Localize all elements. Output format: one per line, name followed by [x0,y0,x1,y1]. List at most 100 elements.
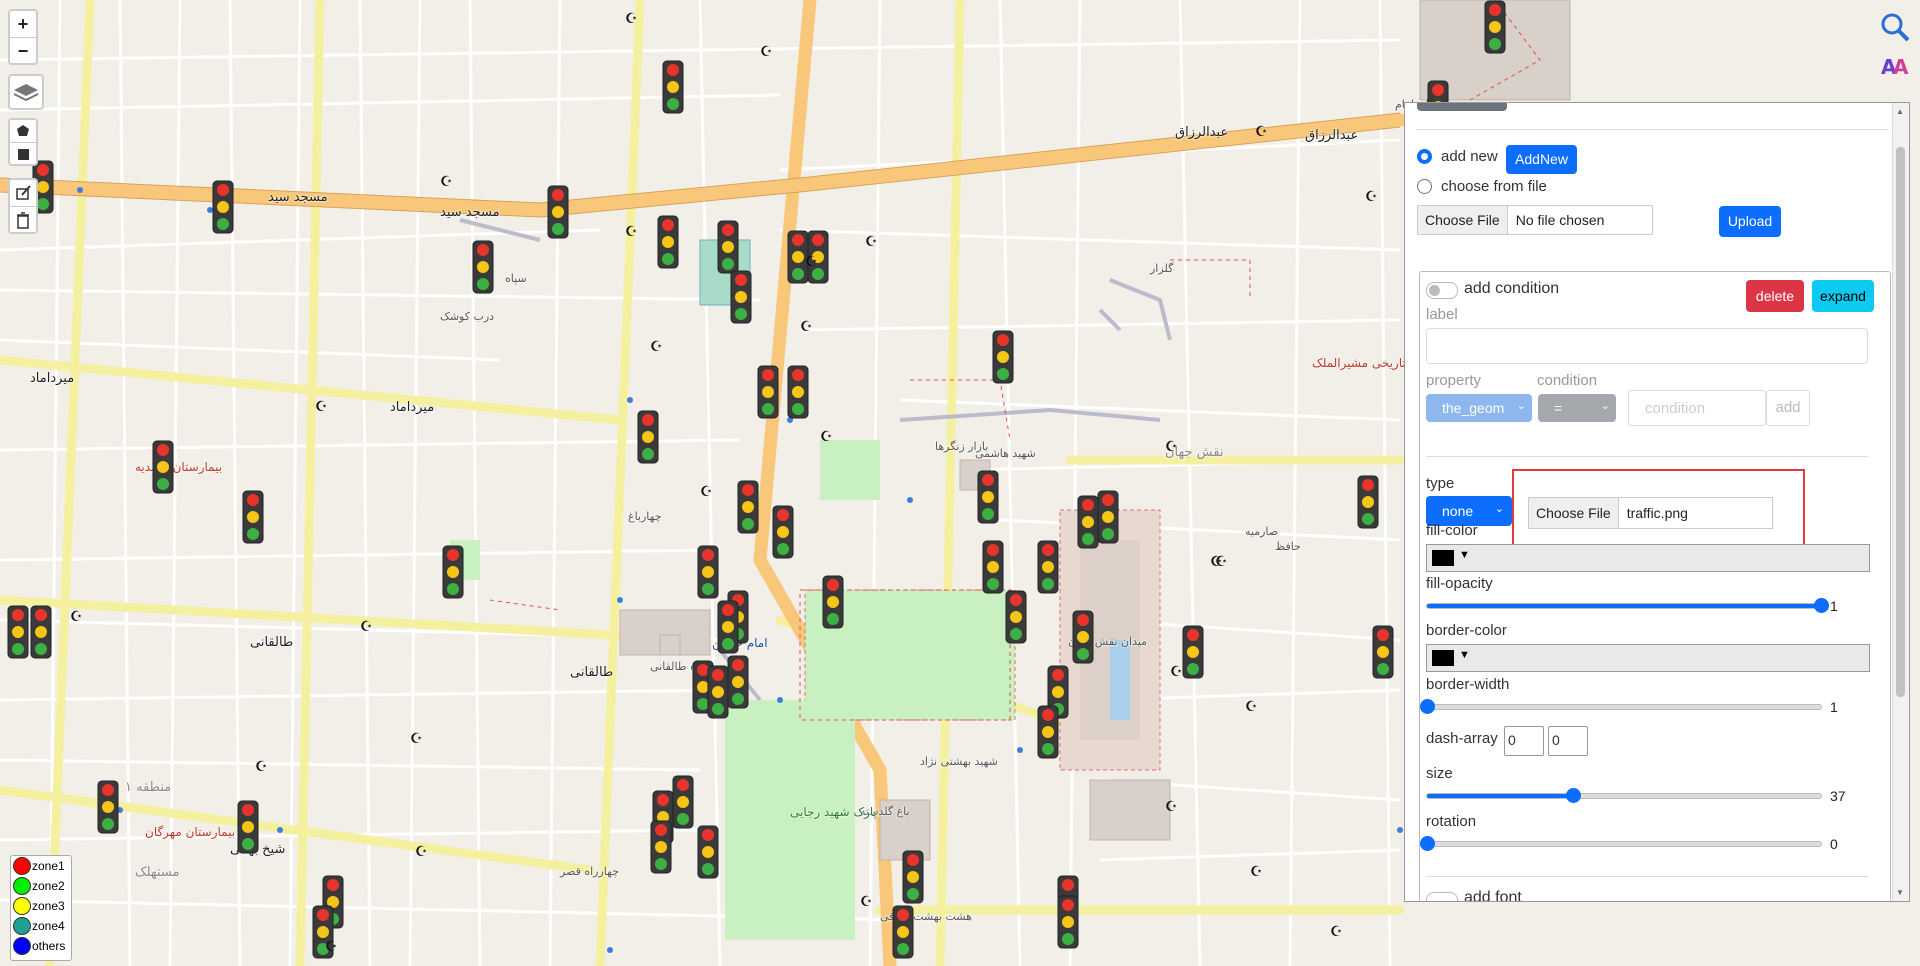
slider-knob[interactable] [1565,788,1581,803]
slider-knob[interactable] [1420,699,1435,714]
traffic-light-icon[interactable] [1370,625,1396,679]
mosque-icon: ☪ [70,609,83,625]
size-slider[interactable] [1426,788,1822,803]
search-button[interactable] [1880,12,1910,42]
traffic-light-icon[interactable] [1055,895,1081,949]
traffic-light-icon[interactable] [725,655,751,709]
traffic-light-icon[interactable] [1035,540,1061,594]
traffic-light-icon[interactable] [980,540,1006,594]
traffic-light-icon[interactable] [735,480,761,534]
edit-layers-button[interactable] [10,180,36,207]
traffic-light-icon[interactable] [975,470,1001,524]
traffic-light-icon[interactable] [900,850,926,904]
traffic-light-icon[interactable] [440,545,466,599]
delete-layers-button[interactable] [10,207,36,233]
traffic-light-icon[interactable] [695,545,721,599]
rotation-value: 0 [1830,836,1838,852]
size-value: 37 [1830,788,1846,804]
traffic-light-icon[interactable] [715,220,741,274]
map-label: طالقانی [250,635,294,650]
layers-control[interactable] [8,74,44,110]
traffic-light-icon[interactable] [715,600,741,654]
fill-color-picker[interactable]: ▼ [1426,544,1870,572]
polygon-icon [17,125,29,136]
traffic-light-icon[interactable] [235,800,261,854]
traffic-light-icon[interactable] [695,825,721,879]
add-new-button[interactable]: AddNew [1506,145,1577,174]
traffic-light-icon[interactable] [28,605,54,659]
traffic-light-icon[interactable] [785,365,811,419]
dash-array-input-1[interactable]: 0 [1504,726,1544,756]
traffic-light-icon[interactable] [635,410,661,464]
traffic-light-icon[interactable] [5,605,31,659]
traffic-light-icon[interactable] [545,185,571,239]
traffic-light-icon[interactable] [1482,0,1508,54]
scrollbar-thumb[interactable] [1896,147,1905,697]
traffic-light-icon[interactable] [755,365,781,419]
legend-swatch [13,897,31,915]
traffic-light-icon[interactable] [655,215,681,269]
traffic-light-icon[interactable] [728,270,754,324]
draw-polygon-button[interactable] [10,120,36,143]
property-select[interactable]: the_geom ⌄ [1426,394,1532,422]
slider-knob[interactable] [1420,836,1435,851]
delete-button[interactable]: delete [1746,280,1804,312]
add-font-toggle[interactable] [1426,892,1458,901]
fill-opacity-slider[interactable] [1426,598,1829,613]
zoom-in-button[interactable]: + [10,11,36,38]
panel-top-button[interactable] [1417,103,1507,111]
dash-array-label: dash-array [1426,730,1498,747]
border-color-picker[interactable]: ▼ [1426,644,1870,672]
dash-array-input-2[interactable]: 0 [1548,726,1588,756]
panel-scrollbar[interactable]: ▲ ▼ [1892,103,1909,901]
rotation-slider[interactable] [1420,836,1822,851]
legend-label: others [32,939,66,953]
mosque-icon: ☪ [700,484,713,500]
traffic-light-icon[interactable] [660,60,686,114]
scroll-down-icon[interactable]: ▼ [1896,888,1904,897]
traffic-light-icon[interactable] [1070,610,1096,664]
map-label: چهارراه قصر [560,865,620,878]
slider-fill [1427,604,1821,608]
legend-item-zone1: zone1 [11,856,71,876]
choose-file-radio[interactable] [1417,179,1432,194]
zoom-out-button[interactable]: − [10,38,36,64]
traffic-light-icon[interactable] [648,820,674,874]
traffic-light-icon[interactable] [1035,705,1061,759]
traffic-light-icon[interactable] [1355,475,1381,529]
icon-choose-file-button[interactable]: Choose File [1529,498,1619,528]
traffic-light-icon[interactable] [1003,590,1029,644]
border-width-slider[interactable] [1420,699,1822,714]
scroll-up-icon[interactable]: ▲ [1896,107,1904,116]
label-input[interactable] [1426,328,1868,364]
slider-knob[interactable] [1814,598,1829,613]
mosque-icon: ☪ [1365,189,1378,205]
add-condition-toggle[interactable] [1426,282,1458,299]
condition-placeholder: condition [1645,400,1706,417]
traffic-light-icon[interactable] [890,905,916,959]
icon-file-input[interactable]: Choose File traffic.png [1528,497,1773,529]
condition-input[interactable]: condition [1628,390,1766,426]
condition-select[interactable]: = ⌄ [1538,394,1616,422]
traffic-light-icon[interactable] [240,490,266,544]
traffic-light-icon[interactable] [1095,490,1121,544]
zone-legend: zone1 zone2 zone3 zone4 others [10,855,72,961]
traffic-light-icon[interactable] [150,440,176,494]
traffic-light-icon[interactable] [1180,625,1206,679]
caret-down-icon: ▼ [1459,649,1470,661]
traffic-light-icon[interactable] [210,180,236,234]
add-new-radio[interactable] [1417,149,1432,164]
add-condition-button[interactable]: add [1766,390,1810,426]
traffic-light-icon[interactable] [820,575,846,629]
traffic-light-icon[interactable] [990,330,1016,384]
traffic-light-icon[interactable] [770,505,796,559]
font-button[interactable]: A A [1880,52,1910,80]
border-width-value: 1 [1830,699,1838,715]
choose-file-button[interactable]: Choose File [1418,206,1508,234]
upload-button[interactable]: Upload [1719,206,1781,237]
file-input[interactable]: Choose File No file chosen [1417,205,1653,235]
expand-button[interactable]: expand [1812,280,1874,312]
traffic-light-icon[interactable] [470,240,496,294]
draw-rectangle-button[interactable] [10,143,36,165]
traffic-light-icon[interactable] [95,780,121,834]
